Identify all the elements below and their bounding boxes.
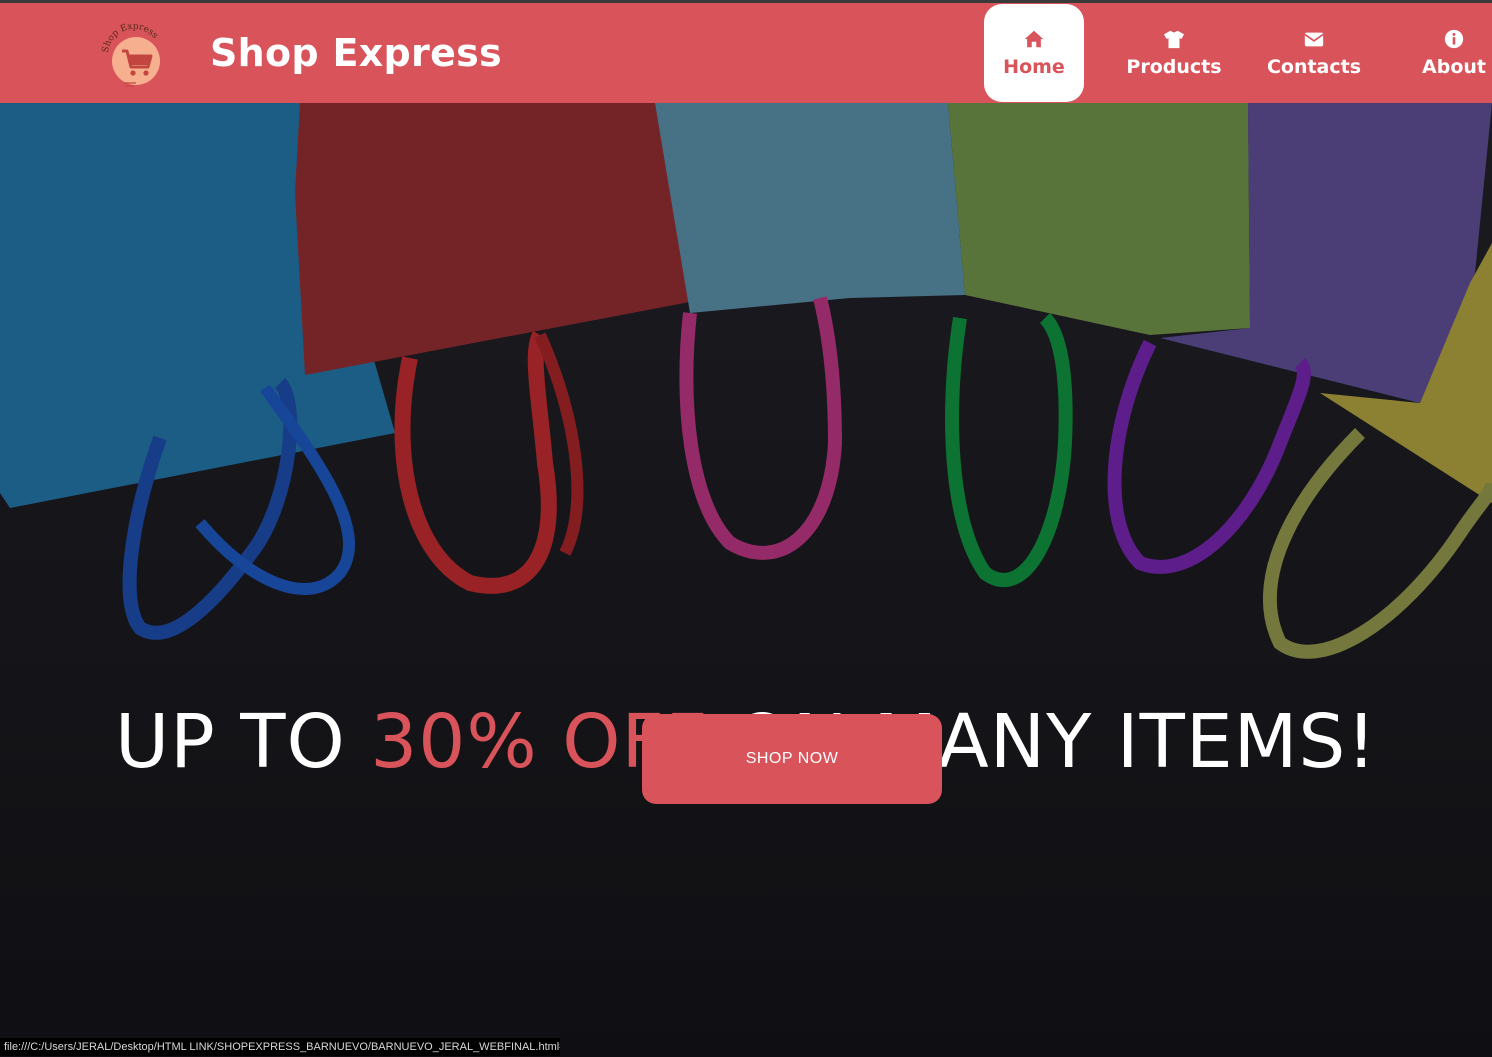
envelope-icon — [1304, 32, 1324, 47]
hero-banner: UP TO 30% OFF ON MANY ITEMS! — [0, 103, 1492, 1057]
nav-home[interactable]: Home — [984, 4, 1084, 102]
home-icon — [1024, 30, 1044, 48]
browser-status-bar: file:///C:/Users/JERAL/Desktop/HTML LINK… — [0, 1038, 560, 1056]
nav-products[interactable]: Products — [1124, 4, 1224, 102]
brand-title[interactable]: Shop Express — [210, 31, 502, 75]
nav-about-label: About — [1422, 56, 1486, 78]
nav-about[interactable]: About — [1404, 4, 1492, 102]
headline-prefix: UP TO — [114, 699, 371, 785]
nav-products-label: Products — [1126, 56, 1222, 78]
logo[interactable]: Shop Express — [100, 22, 166, 89]
info-icon — [1444, 29, 1464, 49]
nav-contacts[interactable]: Contacts — [1262, 4, 1366, 102]
navbar: Shop Express Shop Express Home Products … — [0, 3, 1492, 103]
tshirt-icon — [1163, 30, 1185, 49]
shop-now-button[interactable]: SHOP NOW — [642, 714, 942, 804]
hero-background-image — [0, 103, 1492, 1057]
nav-contacts-label: Contacts — [1266, 56, 1362, 78]
shopping-cart-icon: Shop Express — [101, 22, 160, 87]
nav-home-label: Home — [1003, 56, 1065, 78]
